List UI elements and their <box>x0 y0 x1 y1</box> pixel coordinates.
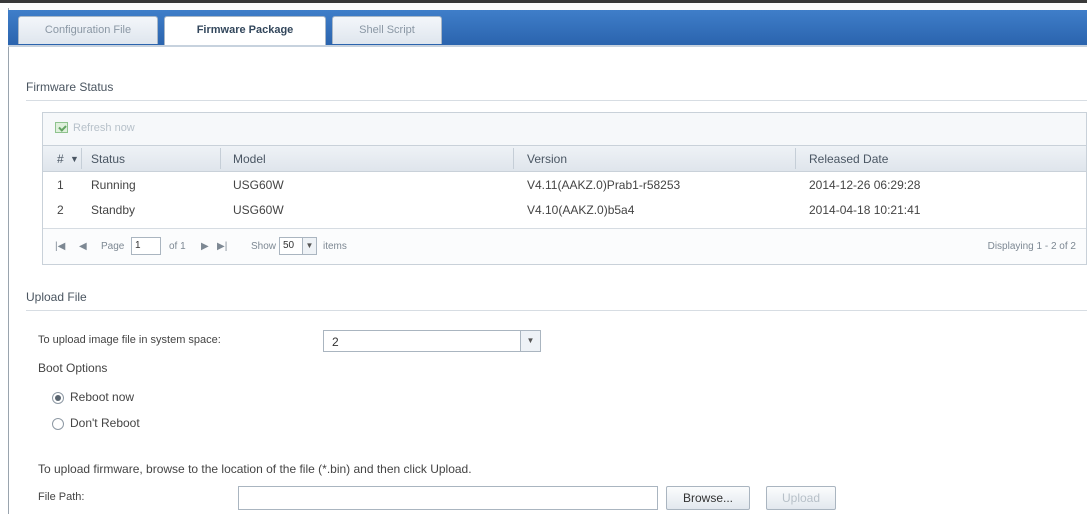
items-per-page-select[interactable]: 50 <box>279 237 303 255</box>
column-header-released-date[interactable]: Released Date <box>809 152 888 166</box>
top-strip <box>0 0 1087 8</box>
refresh-now-button[interactable]: Refresh now <box>55 122 135 134</box>
page-count-label: of 1 <box>169 241 186 252</box>
upload-instruction: To upload firmware, browse to the locati… <box>38 462 472 476</box>
grid-header: # ▼ Status Model Version Released Date <box>43 145 1086 172</box>
system-space-select[interactable]: 2 ▼ <box>323 330 541 352</box>
dont-reboot-radio[interactable] <box>52 418 64 430</box>
tab-shell-script[interactable]: Shell Script <box>332 16 442 44</box>
file-path-label: File Path: <box>38 491 85 503</box>
pagination-bar: |◀ ◀ Page 1 of 1 ▶ ▶| Show 50 ▼ items Di… <box>43 228 1086 264</box>
column-header-version[interactable]: Version <box>527 152 567 166</box>
refresh-now-label: Refresh now <box>73 122 135 134</box>
table-row[interactable]: 1 Running USG60W V4.11(AAKZ.0)Prab1-r582… <box>43 174 1086 197</box>
chevron-down-icon[interactable]: ▼ <box>520 331 540 351</box>
page-number-input[interactable]: 1 <box>131 237 161 255</box>
reboot-now-radio[interactable] <box>52 392 64 404</box>
upload-file-divider <box>26 310 1087 311</box>
refresh-icon <box>55 122 68 133</box>
tab-bar: Configuration File Firmware Package Shel… <box>8 10 1087 46</box>
page-label: Page <box>101 241 125 252</box>
firmware-status-title: Firmware Status <box>26 80 114 94</box>
reboot-now-label[interactable]: Reboot now <box>70 390 134 404</box>
file-path-input[interactable] <box>238 486 658 510</box>
chevron-down-icon[interactable]: ▼ <box>303 237 317 255</box>
show-label: Show <box>251 241 277 252</box>
system-space-value: 2 <box>332 335 339 349</box>
cell-version: V4.11(AAKZ.0)Prab1-r58253 <box>527 178 681 192</box>
system-space-label: To upload image file in system space: <box>38 334 221 346</box>
grid-toolbar: Refresh now <box>43 113 1086 145</box>
cell-index: 2 <box>57 203 64 217</box>
previous-page-icon[interactable]: ◀ <box>79 241 87 252</box>
displaying-count: Displaying 1 - 2 of 2 <box>987 241 1076 252</box>
column-header-model[interactable]: Model <box>233 152 266 166</box>
cell-model: USG60W <box>233 178 284 192</box>
cell-released-date: 2014-04-18 10:21:41 <box>809 203 921 217</box>
next-page-icon[interactable]: ▶ <box>201 241 209 252</box>
last-page-icon[interactable]: ▶| <box>217 241 227 252</box>
table-row[interactable]: 2 Standby USG60W V4.10(AAKZ.0)b5a4 2014-… <box>43 199 1086 222</box>
first-page-icon[interactable]: |◀ <box>55 241 65 252</box>
upload-file-title: Upload File <box>26 290 87 304</box>
cell-index: 1 <box>57 178 64 192</box>
cell-model: USG60W <box>233 203 284 217</box>
tab-configuration-file[interactable]: Configuration File <box>18 16 158 44</box>
cell-released-date: 2014-12-26 06:29:28 <box>809 178 921 192</box>
browse-button[interactable]: Browse... <box>666 486 750 510</box>
cell-status: Running <box>91 178 136 192</box>
tab-firmware-package[interactable]: Firmware Package <box>164 16 326 46</box>
firmware-grid: Refresh now # ▼ Status Model Version Rel… <box>42 112 1087 265</box>
firmware-status-divider <box>26 100 1087 101</box>
sort-desc-icon: ▼ <box>70 154 79 164</box>
column-header-status[interactable]: Status <box>91 152 125 166</box>
tab-underline <box>8 45 1087 47</box>
cell-status: Standby <box>91 203 136 217</box>
dont-reboot-label[interactable]: Don't Reboot <box>70 416 140 430</box>
cell-version: V4.10(AAKZ.0)b5a4 <box>527 203 635 217</box>
upload-button[interactable]: Upload <box>766 486 836 510</box>
column-header-index[interactable]: # <box>57 152 64 166</box>
items-label: items <box>323 241 347 252</box>
boot-options-label: Boot Options <box>38 361 108 375</box>
